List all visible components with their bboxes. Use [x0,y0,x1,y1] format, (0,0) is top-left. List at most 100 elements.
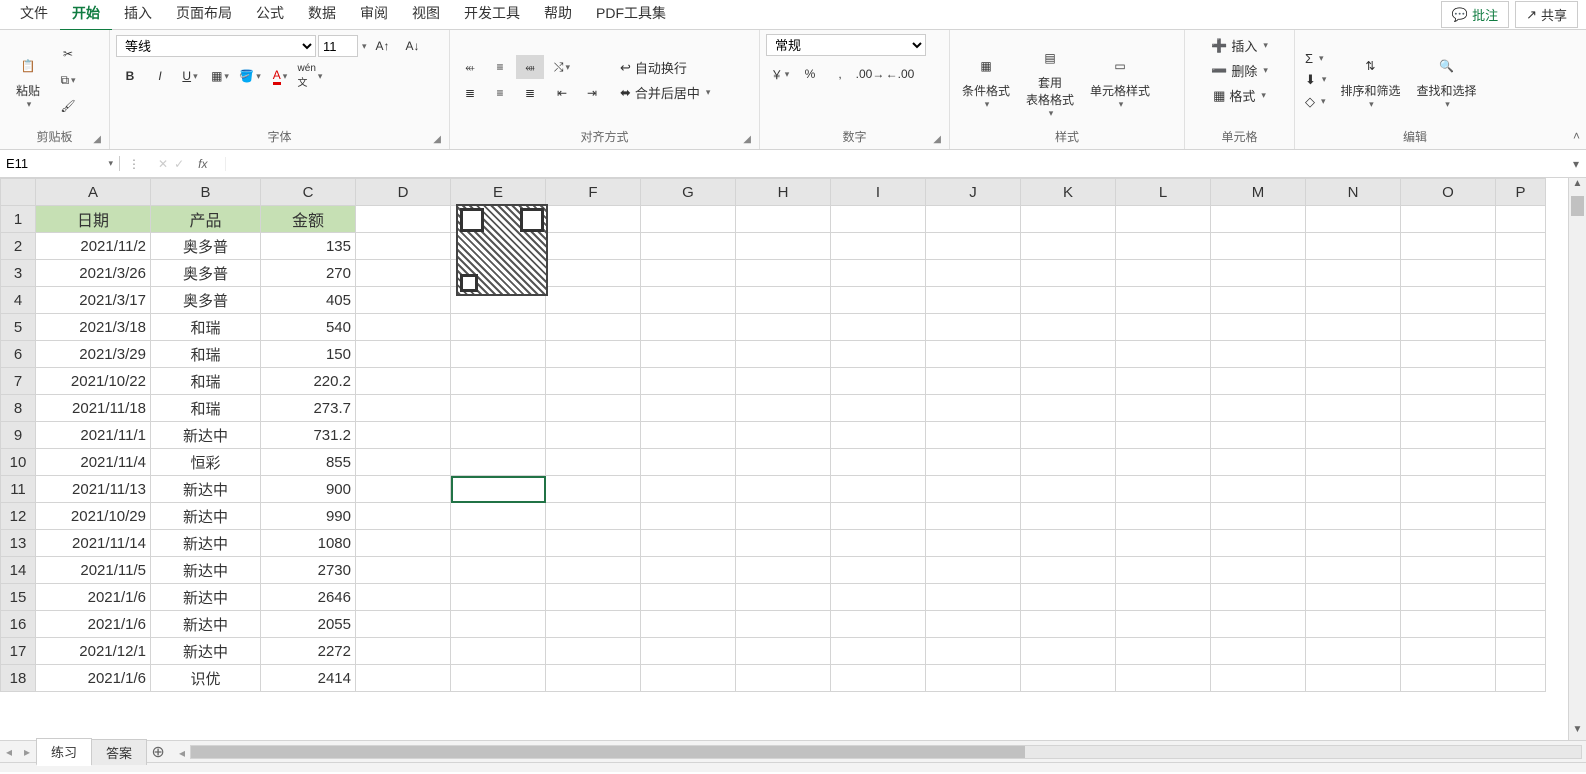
cell-G11[interactable] [641,476,736,503]
cell-A11[interactable]: 2021/11/13 [36,476,151,503]
align-top-button[interactable]: ⬴ [456,55,484,79]
menu-item-6[interactable]: 审阅 [348,0,400,32]
phonetic-button[interactable]: wén文▾ [296,64,324,88]
chevron-down-icon[interactable]: ▾ [108,158,113,169]
cell-H13[interactable] [736,530,831,557]
cell-A13[interactable]: 2021/11/14 [36,530,151,557]
column-header-K[interactable]: K [1021,179,1116,206]
cell-L7[interactable] [1116,368,1211,395]
cell-J1[interactable] [926,206,1021,233]
cell-M7[interactable] [1211,368,1306,395]
cell-K12[interactable] [1021,503,1116,530]
cell-C1[interactable]: 金额 [261,206,356,233]
cell-O2[interactable] [1401,233,1496,260]
cell-K5[interactable] [1021,314,1116,341]
find-select-button[interactable]: 🔍查找和选择▾ [1410,48,1482,112]
cell-G6[interactable] [641,341,736,368]
cell-A17[interactable]: 2021/12/1 [36,638,151,665]
cell-D12[interactable] [356,503,451,530]
cell-F13[interactable] [546,530,641,557]
cell-O18[interactable] [1401,665,1496,692]
cell-P7[interactable] [1496,368,1546,395]
cell-L17[interactable] [1116,638,1211,665]
cell-N14[interactable] [1306,557,1401,584]
column-header-I[interactable]: I [831,179,926,206]
font-name-select[interactable]: 等线 [116,35,316,57]
cell-J17[interactable] [926,638,1021,665]
cell-P18[interactable] [1496,665,1546,692]
cell-H1[interactable] [736,206,831,233]
fill-color-button[interactable]: 🪣▾ [236,64,264,88]
cell-A10[interactable]: 2021/11/4 [36,449,151,476]
cell-K18[interactable] [1021,665,1116,692]
cell-N7[interactable] [1306,368,1401,395]
cell-P6[interactable] [1496,341,1546,368]
cell-F11[interactable] [546,476,641,503]
row-header-10[interactable]: 10 [1,449,36,476]
cell-G2[interactable] [641,233,736,260]
cell-M10[interactable] [1211,449,1306,476]
cell-O4[interactable] [1401,287,1496,314]
cell-F18[interactable] [546,665,641,692]
row-header-17[interactable]: 17 [1,638,36,665]
cell-D4[interactable] [356,287,451,314]
font-color-button[interactable]: A▾ [266,64,294,88]
cell-H3[interactable] [736,260,831,287]
cell-K9[interactable] [1021,422,1116,449]
cell-C13[interactable]: 1080 [261,530,356,557]
cell-A8[interactable]: 2021/11/18 [36,395,151,422]
column-header-H[interactable]: H [736,179,831,206]
cell-I8[interactable] [831,395,926,422]
cell-P10[interactable] [1496,449,1546,476]
cell-M1[interactable] [1211,206,1306,233]
cell-M13[interactable] [1211,530,1306,557]
cell-O17[interactable] [1401,638,1496,665]
cell-K13[interactable] [1021,530,1116,557]
cell-P5[interactable] [1496,314,1546,341]
cell-A12[interactable]: 2021/10/29 [36,503,151,530]
cell-D2[interactable] [356,233,451,260]
cell-M9[interactable] [1211,422,1306,449]
copy-button[interactable]: ⧉▾ [54,68,82,92]
cell-D14[interactable] [356,557,451,584]
cell-L18[interactable] [1116,665,1211,692]
cell-G13[interactable] [641,530,736,557]
increase-indent-button[interactable]: ⇥ [578,81,606,105]
row-header-4[interactable]: 4 [1,287,36,314]
add-sheet-button[interactable]: ⊕ [146,742,170,762]
menu-item-2[interactable]: 插入 [112,0,164,32]
row-header-1[interactable]: 1 [1,206,36,233]
cell-B4[interactable]: 奥多普 [151,287,261,314]
cell-H6[interactable] [736,341,831,368]
cell-J6[interactable] [926,341,1021,368]
cell-G9[interactable] [641,422,736,449]
cell-N16[interactable] [1306,611,1401,638]
cell-J18[interactable] [926,665,1021,692]
cell-H10[interactable] [736,449,831,476]
cell-J16[interactable] [926,611,1021,638]
comments-button[interactable]: 💬 批注 [1441,1,1509,28]
cell-I17[interactable] [831,638,926,665]
cell-F9[interactable] [546,422,641,449]
cell-A16[interactable]: 2021/1/6 [36,611,151,638]
row-header-13[interactable]: 13 [1,530,36,557]
cell-F14[interactable] [546,557,641,584]
cut-button[interactable]: ✂ [54,42,82,66]
cell-H18[interactable] [736,665,831,692]
row-header-18[interactable]: 18 [1,665,36,692]
cell-D5[interactable] [356,314,451,341]
cell-A3[interactable]: 2021/3/26 [36,260,151,287]
column-header-M[interactable]: M [1211,179,1306,206]
fill-button[interactable]: ⬇▾ [1301,70,1330,90]
cell-D6[interactable] [356,341,451,368]
cell-P1[interactable] [1496,206,1546,233]
cell-D13[interactable] [356,530,451,557]
cell-F2[interactable] [546,233,641,260]
expand-formula-bar-button[interactable]: ▾ [1566,157,1586,171]
row-header-14[interactable]: 14 [1,557,36,584]
cell-L13[interactable] [1116,530,1211,557]
cell-L1[interactable] [1116,206,1211,233]
cell-B3[interactable]: 奥多普 [151,260,261,287]
align-right-button[interactable]: ≣ [516,81,544,105]
vertical-scroll-thumb[interactable] [1571,196,1584,216]
